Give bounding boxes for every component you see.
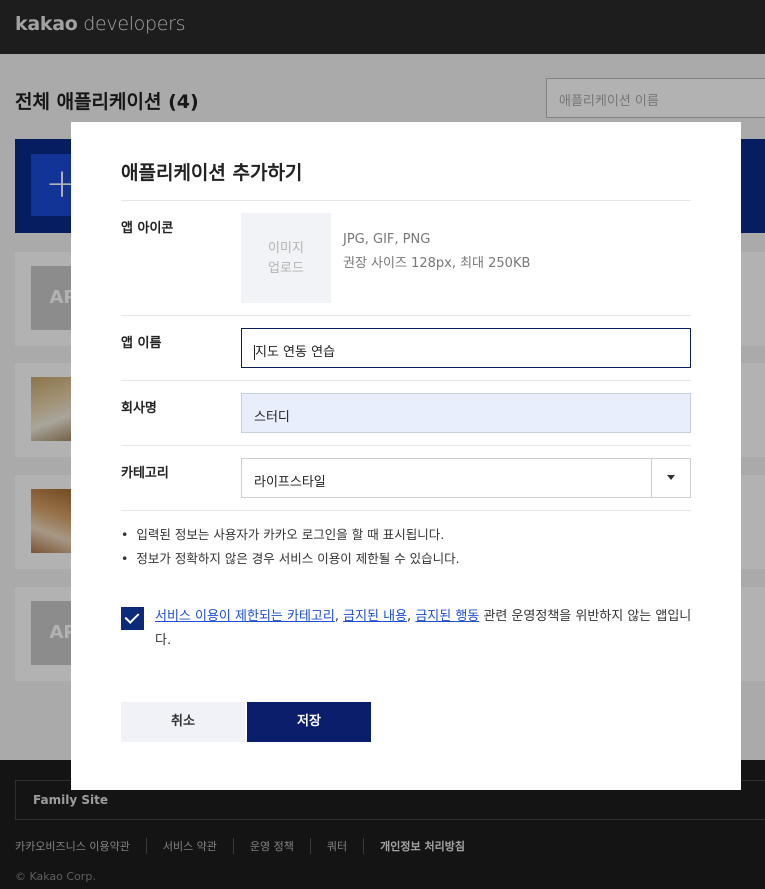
chevron-down-icon[interactable] — [651, 459, 690, 497]
category-value: 라이프스타일 — [254, 475, 326, 490]
note-item: 입력된 정보는 사용자가 카카오 로그인을 할 때 표시됩니다. — [121, 523, 460, 547]
modal-title: 애플리케이션 추가하기 — [121, 162, 303, 184]
policy-link-category[interactable]: 서비스 이용이 제한되는 카테고리 — [155, 609, 335, 624]
note-item: 정보가 정확하지 않은 경우 서비스 이용이 제한될 수 있습니다. — [121, 547, 459, 571]
info-notes: 입력된 정보는 사용자가 카카오 로그인을 할 때 표시됩니다. 정보가 정확하… — [121, 523, 460, 571]
policy-link-behavior[interactable]: 금지된 행동 — [415, 609, 479, 624]
app-name-input[interactable]: 지도 연동 연습 — [241, 328, 691, 368]
app-icon-label: 앱 아이콘 — [121, 221, 174, 236]
agree-checkbox[interactable] — [121, 607, 144, 630]
cancel-button[interactable]: 취소 — [121, 702, 245, 742]
company-label: 회사명 — [121, 401, 157, 416]
divider — [121, 315, 691, 316]
divider — [121, 445, 691, 446]
divider — [121, 200, 691, 201]
add-app-modal: 애플리케이션 추가하기 앱 아이콘 이미지 업로드 JPG, GIF, PNG … — [71, 122, 741, 790]
company-input[interactable]: 스터디 — [241, 393, 691, 433]
image-upload-button[interactable]: 이미지 업로드 — [241, 213, 331, 303]
agree-text: 서비스 이용이 제한되는 카테고리, 금지된 내용, 금지된 행동 관련 운영정… — [155, 609, 692, 648]
category-select[interactable]: 라이프스타일 — [241, 458, 691, 498]
category-label: 카테고리 — [121, 466, 169, 481]
divider — [121, 380, 691, 381]
divider — [121, 510, 691, 511]
policy-link-content[interactable]: 금지된 내용 — [343, 609, 407, 624]
icon-requirements: JPG, GIF, PNG 권장 사이즈 128px, 최대 250KB — [343, 232, 531, 271]
app-name-label: 앱 이름 — [121, 336, 162, 351]
save-button[interactable]: 저장 — [247, 702, 371, 742]
